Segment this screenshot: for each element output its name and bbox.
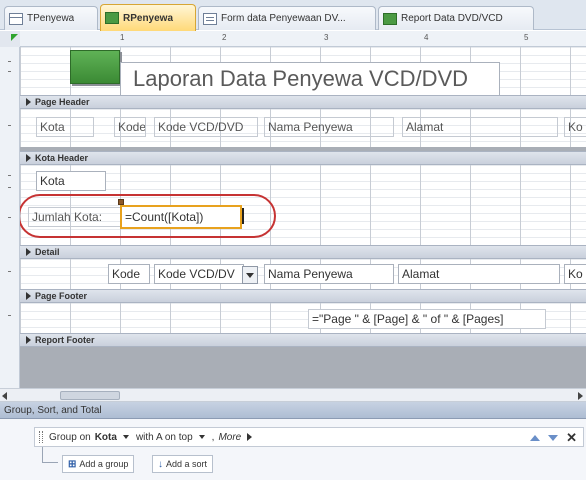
add-sort-button[interactable]: ↓ Add a sort: [152, 455, 214, 473]
detail-field-kode-vcd-dvd[interactable]: Kode VCD/DV: [154, 264, 244, 284]
section-label: Page Footer: [35, 291, 88, 301]
add-group-label: Add a group: [79, 459, 129, 469]
form-icon: [203, 12, 217, 25]
group-field-select[interactable]: Kota: [95, 432, 117, 443]
move-down-icon[interactable]: [548, 434, 559, 441]
detail-bar[interactable]: Detail: [20, 245, 586, 259]
header-label-nama-penyewa[interactable]: Nama Penyewa: [264, 117, 394, 137]
horizontal-ruler: 1 2 3 4 5: [0, 31, 586, 47]
drag-grip-icon[interactable]: [39, 431, 43, 443]
kota-group-field[interactable]: Kota: [36, 171, 106, 191]
report-icon: [105, 12, 119, 24]
add-group-button[interactable]: ⊞ Add a group: [62, 455, 135, 473]
tab-rpenyewa[interactable]: RPenyewa: [100, 4, 196, 31]
section-label: Report Footer: [35, 335, 95, 345]
tab-label: Form data Penyewaan DV...: [221, 13, 346, 24]
section-icon: [26, 248, 31, 256]
section-label: Detail: [35, 247, 60, 257]
tab-form-data-penyewaan[interactable]: Form data Penyewaan DV...: [198, 6, 376, 30]
header-label-kode-vcd-dvd[interactable]: Kode VCD/DVD: [154, 117, 258, 137]
detail-field-kode[interactable]: Kode: [108, 264, 150, 284]
add-sort-label: Add a sort: [166, 459, 208, 469]
sort-az-icon: ↓: [158, 458, 163, 470]
report-logo-image[interactable]: [70, 50, 120, 84]
tab-tpenyewa[interactable]: TPenyewa: [4, 6, 98, 30]
section-icon: [26, 336, 31, 344]
group-sort-total-header: Group, Sort, and Total: [0, 402, 586, 419]
report-footer-bar[interactable]: Report Footer: [20, 333, 586, 347]
section-icon: [26, 292, 31, 300]
document-tab-bar: TPenyewa RPenyewa Form data Penyewaan DV…: [0, 0, 586, 31]
horizontal-scrollbar[interactable]: [0, 388, 586, 402]
header-label-ko[interactable]: Ko: [564, 117, 586, 137]
highlight-oval: [20, 194, 276, 238]
tree-connector: [42, 447, 58, 463]
section-label: Kota Header: [35, 153, 89, 163]
header-label-alamat[interactable]: Alamat: [402, 117, 558, 137]
tab-label: Report Data DVD/VCD: [401, 13, 503, 24]
expand-right-icon[interactable]: [247, 433, 253, 441]
header-label-kode[interactable]: Kode: [114, 117, 146, 137]
more-options-link[interactable]: More: [218, 432, 241, 443]
combo-dropdown-button[interactable]: [242, 266, 258, 284]
ruler-number: 1: [120, 33, 125, 42]
detail-field-alamat[interactable]: Alamat: [398, 264, 560, 284]
detail-field-ko[interactable]: Ko: [564, 264, 586, 284]
section-label: Page Header: [35, 97, 90, 107]
detail-field-nama-penyewa[interactable]: Nama Penyewa: [264, 264, 394, 284]
section-icon: [26, 154, 31, 162]
kota-header-bar[interactable]: Kota Header: [20, 151, 586, 165]
add-group-icon: ⊞: [68, 458, 77, 470]
page-footer-bar[interactable]: Page Footer: [20, 289, 586, 303]
page-header-bar[interactable]: Page Header: [20, 95, 586, 109]
table-icon: [9, 12, 23, 25]
ruler-number: 2: [222, 33, 227, 42]
tab-label: TPenyewa: [27, 13, 75, 24]
scroll-right-icon[interactable]: [578, 392, 583, 400]
move-up-icon[interactable]: [530, 434, 541, 441]
scroll-thumb[interactable]: [60, 391, 120, 400]
ruler-number: 4: [424, 33, 429, 42]
tab-label: RPenyewa: [123, 12, 174, 24]
report-selector[interactable]: [0, 31, 20, 47]
tab-report-data-dvd-vcd[interactable]: Report Data DVD/VCD: [378, 6, 534, 30]
report-design-surface[interactable]: Laporan Data Penyewa VCD/DVD Page Header…: [20, 47, 586, 388]
group-level-row[interactable]: Group on Kota with A on top , More ✕: [34, 427, 584, 447]
ruler-number: 5: [524, 33, 529, 42]
report-title-label[interactable]: Laporan Data Penyewa VCD/DVD: [120, 62, 500, 96]
chevron-down-icon[interactable]: [122, 434, 129, 439]
group-sort-total-pane: Group on Kota with A on top , More ✕ ⊞ A…: [0, 419, 586, 480]
header-label-kota[interactable]: Kota: [36, 117, 94, 137]
section-icon: [26, 98, 31, 106]
chevron-down-icon[interactable]: [198, 434, 205, 439]
sort-order-select[interactable]: with A on top: [136, 432, 193, 443]
page-number-textbox[interactable]: ="Page " & [Page] & " of " & [Pages]: [308, 309, 546, 329]
group-on-label: Group on: [49, 431, 91, 443]
report-icon: [383, 12, 397, 25]
scroll-left-icon[interactable]: [2, 392, 7, 400]
ruler-number: 3: [324, 33, 329, 42]
vertical-ruler: [0, 47, 20, 388]
delete-icon[interactable]: ✕: [566, 431, 577, 444]
